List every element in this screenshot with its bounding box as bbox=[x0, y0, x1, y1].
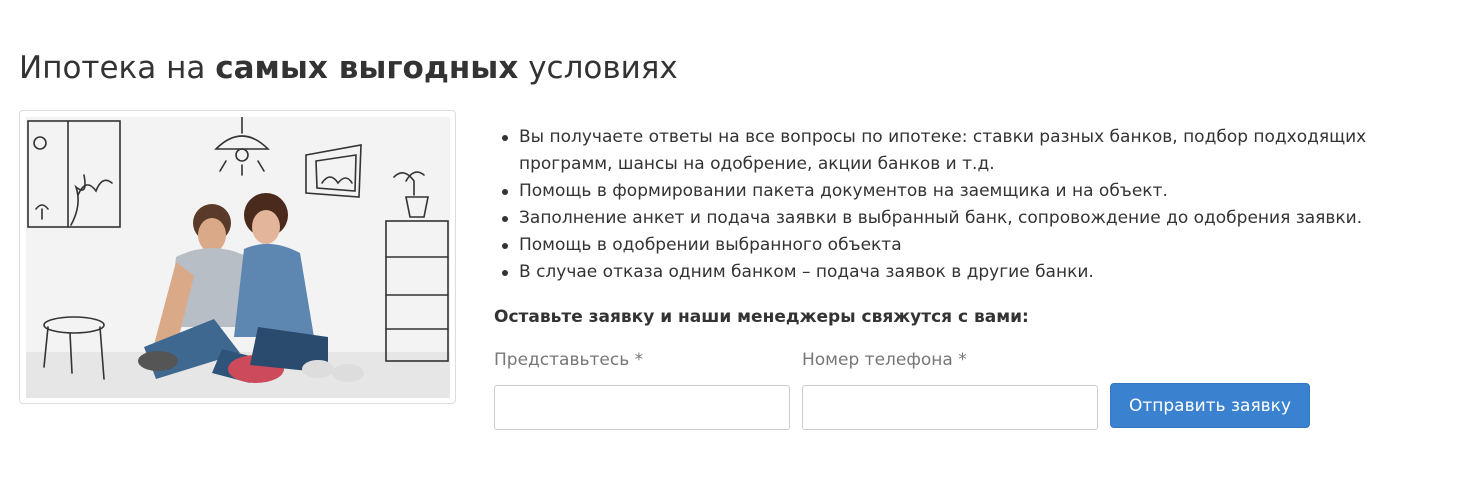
list-item: Помощь в формировании пакета документов … bbox=[494, 178, 1394, 205]
name-input[interactable] bbox=[494, 385, 790, 430]
title-part1: Ипотека на bbox=[19, 50, 216, 86]
couple-photo bbox=[26, 117, 450, 398]
form-call-to-action: Оставьте заявку и наши менеджеры свяжутс… bbox=[494, 307, 1029, 327]
couple-photo-frame bbox=[19, 110, 456, 404]
list-item: Помощь в одобрении выбранного объекта bbox=[494, 232, 1394, 259]
phone-label: Номер телефона * bbox=[802, 350, 967, 370]
title-part2: условиях bbox=[518, 50, 678, 86]
list-item: Заполнение анкет и подача заявки в выбра… bbox=[494, 205, 1394, 232]
page-title: Ипотека на самых выгодных условиях bbox=[19, 50, 678, 86]
submit-request-button[interactable]: Отправить заявку bbox=[1110, 383, 1310, 428]
name-label: Представьтесь * bbox=[494, 350, 644, 370]
phone-input[interactable] bbox=[802, 385, 1098, 430]
title-bold: самых выгодных bbox=[215, 50, 519, 86]
benefits-list: Вы получаете ответы на все вопросы по ип… bbox=[494, 124, 1394, 286]
list-item: Вы получаете ответы на все вопросы по ип… bbox=[494, 124, 1394, 178]
list-item: В случае отказа одним банком – подача за… bbox=[494, 259, 1394, 286]
